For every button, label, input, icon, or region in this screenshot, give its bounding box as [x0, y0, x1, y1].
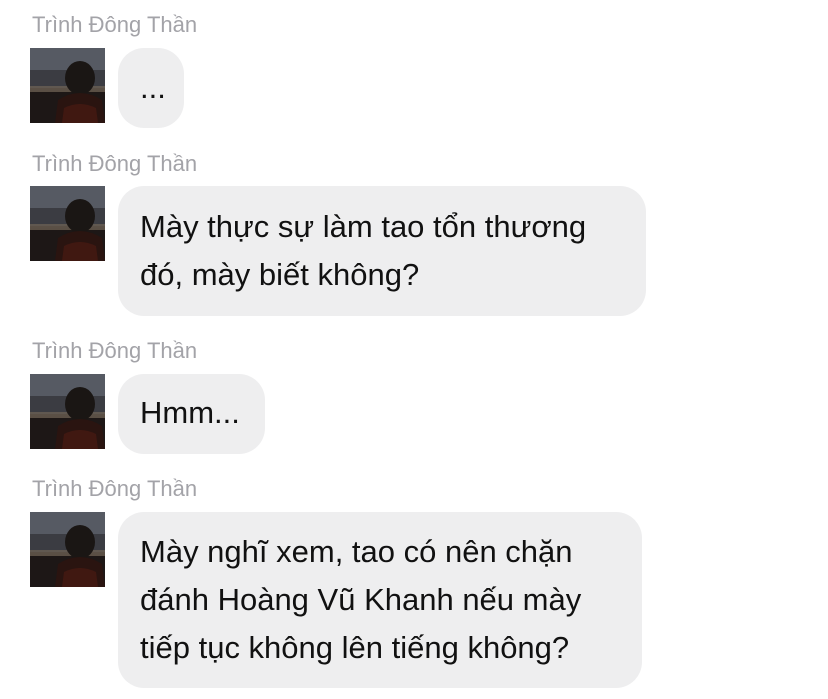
sender-name: Trình Đông Thần [32, 338, 198, 363]
avatar-photo [30, 374, 105, 449]
avatar[interactable] [30, 374, 105, 449]
sender-name: Trình Đông Thần [32, 12, 198, 37]
message-line: Mày nghĩ xem, tao có nên chặn [140, 534, 573, 569]
message-bubble[interactable]: Hmm... [118, 374, 265, 454]
message-bubble[interactable]: ... [118, 48, 184, 128]
sender-name: Trình Đông Thần [32, 476, 198, 501]
avatar-photo [30, 48, 105, 123]
message-bubble[interactable]: Mày thực sự làm tao tổn thương đó, mày b… [118, 186, 646, 316]
avatar[interactable] [30, 48, 105, 123]
message-line: Mày thực sự làm tao tổn thương [140, 209, 587, 244]
avatar-photo [30, 186, 105, 261]
message-line: đánh Hoàng Vũ Khanh nếu mày [140, 582, 582, 617]
message-line: đó, mày biết không? [140, 257, 420, 292]
message-line: ... [140, 70, 166, 105]
avatar[interactable] [30, 512, 105, 587]
message-line: tiếp tục không lên tiếng không? [140, 630, 570, 665]
avatar-photo [30, 512, 105, 587]
sender-name: Trình Đông Thần [32, 151, 198, 176]
message-bubble[interactable]: Mày nghĩ xem, tao có nên chặn đánh Hoàng… [118, 512, 642, 688]
message-line: Hmm... [140, 395, 240, 430]
avatar[interactable] [30, 186, 105, 261]
